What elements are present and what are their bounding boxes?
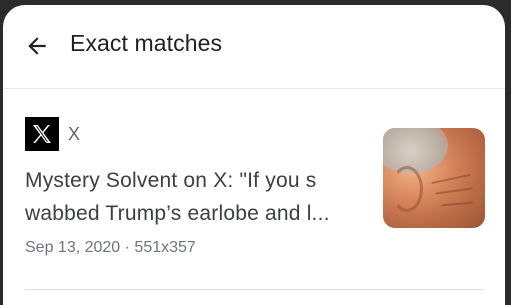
thumbnail-wrinkle (431, 173, 471, 185)
exact-matches-panel: Exact matches X Mystery Solvent on X: "I… (3, 5, 505, 305)
thumbnail-wrinkle (435, 187, 473, 195)
thumbnail-ear (391, 166, 423, 212)
arrow-back-icon (28, 37, 46, 55)
result-divider (25, 289, 485, 290)
result-thumbnail[interactable] (383, 128, 485, 228)
thumbnail-hair (383, 128, 448, 173)
source-name: X (68, 123, 81, 144)
result-title[interactable]: Mystery Solvent on X: "If you s wabbed T… (25, 164, 365, 230)
result-source: X (25, 117, 80, 151)
result-title-line-2: wabbed Trump’s earlobe and l... (25, 202, 330, 225)
result-meta: Sep 13, 2020 · 551x357 (25, 239, 196, 256)
panel-header: Exact matches (3, 5, 505, 89)
x-logo-icon (25, 117, 59, 151)
thumbnail-wrinkle (440, 201, 474, 207)
result-card[interactable]: X Mystery Solvent on X: "If you s wabbed… (3, 89, 505, 289)
result-title-line-1: Mystery Solvent on X: "If you s (25, 169, 317, 192)
page-title: Exact matches (70, 30, 223, 56)
back-button[interactable] (22, 31, 52, 61)
